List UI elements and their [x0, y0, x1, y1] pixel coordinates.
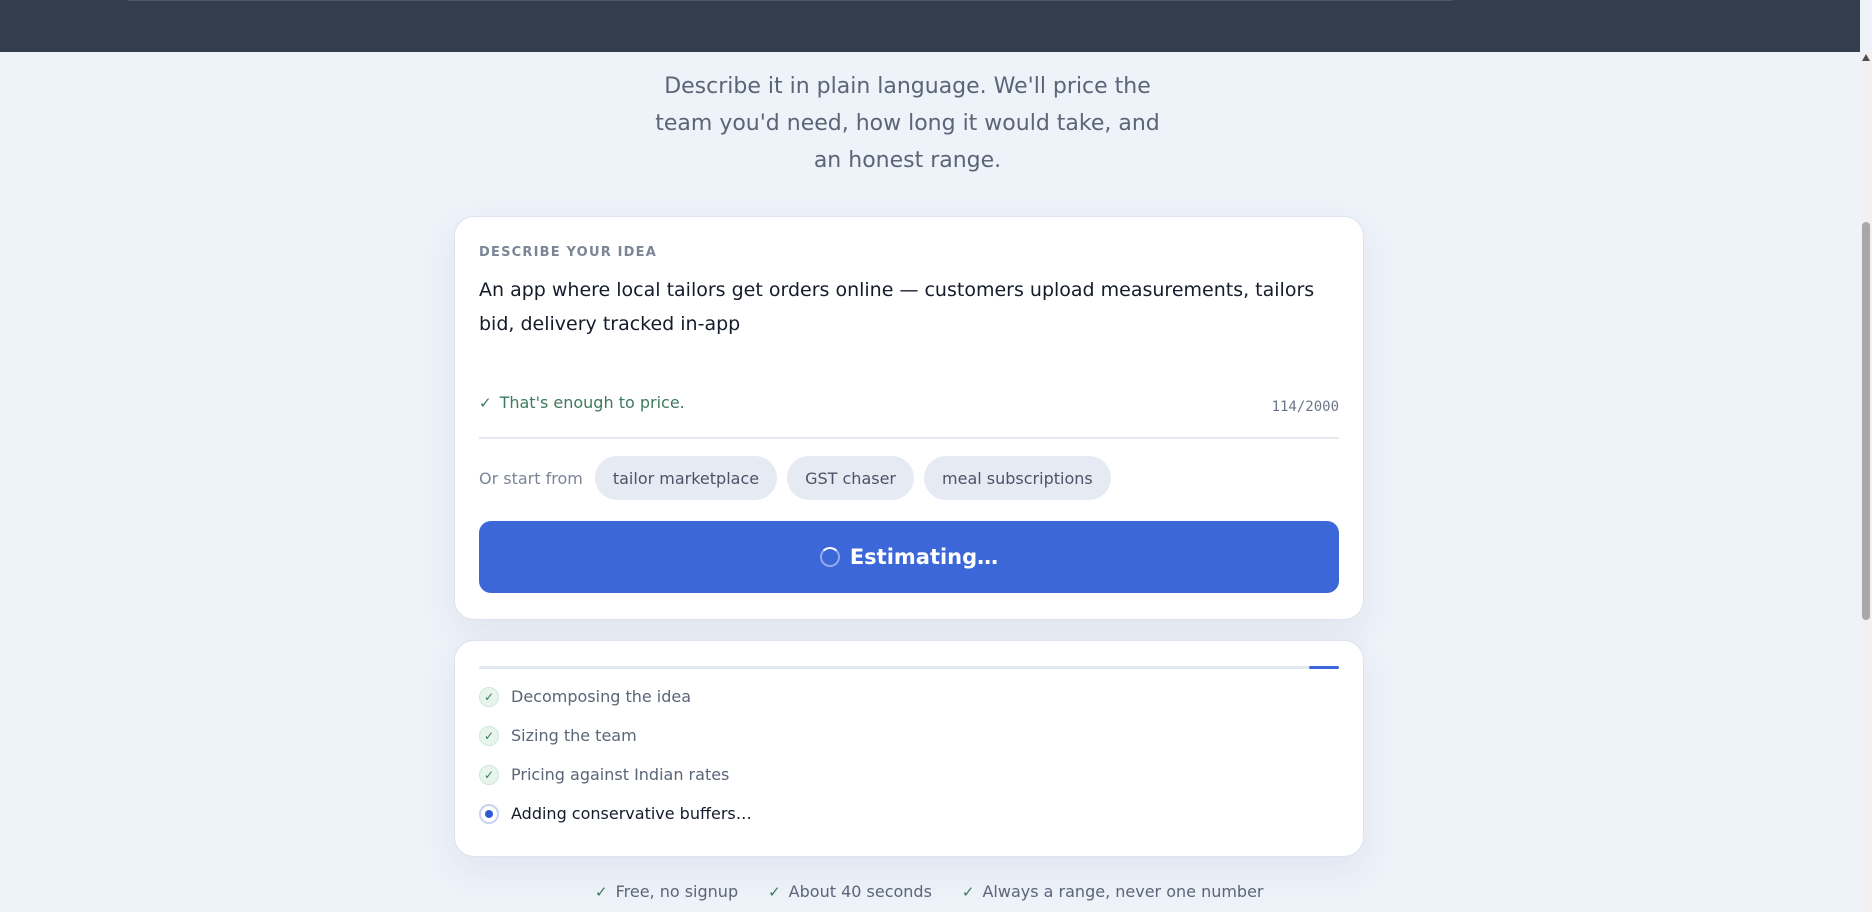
character-counter: 114/2000 — [1271, 399, 1339, 415]
check-icon: ✓ — [479, 764, 499, 785]
estimate-button[interactable]: Estimating… — [479, 521, 1339, 593]
footer-assurances: ✓ Free, no signup ✓ About 40 seconds ✓ Always… — [595, 882, 1264, 901]
chip-meal-subscriptions[interactable]: meal subscriptions — [924, 456, 1111, 500]
idea-label: DESCRIBE YOUR IDEA — [479, 245, 657, 260]
footer-assurance-label: Free, no signup — [615, 882, 739, 901]
active-dot-icon — [479, 803, 499, 824]
starter-chips-row: Or start from tailor marketplace GST cha… — [479, 456, 1111, 500]
scrollbar[interactable] — [1860, 52, 1872, 912]
spinner-icon — [819, 547, 840, 567]
footer-assurance-item: ✓ Free, no signup — [595, 882, 738, 901]
idea-textarea[interactable]: An app where local tailors get orders on… — [479, 273, 1319, 341]
estimate-button-label: Estimating… — [849, 545, 999, 569]
check-icon: ✓ — [479, 725, 499, 746]
progress-fill — [1308, 666, 1339, 669]
progress-step-label: Sizing the team — [511, 726, 637, 745]
start-from-label: Or start from — [479, 468, 583, 488]
divider — [479, 437, 1339, 439]
progress-step: ✓ Decomposing the idea — [479, 685, 752, 708]
progress-step-label: Decomposing the idea — [511, 687, 692, 706]
top-bar-divider — [128, 0, 1453, 1]
top-bar — [0, 0, 1860, 52]
check-icon: ✓ — [961, 882, 975, 901]
progress-step-label: Adding conservative buffers… — [511, 804, 752, 823]
chip-gst-chaser[interactable]: GST chaser — [787, 456, 915, 500]
idea-card: DESCRIBE YOUR IDEA An app where local ta… — [454, 216, 1364, 620]
footer-assurance-label: Always a range, never one number — [982, 882, 1264, 901]
check-icon: ✓ — [768, 882, 781, 901]
scrollbar-thumb[interactable] — [1862, 222, 1870, 620]
progress-step: ✓ Pricing against Indian rates — [479, 763, 752, 786]
progress-step: Adding conservative buffers… — [479, 802, 752, 825]
footer-assurance-item: ✓ Always a range, never one number — [962, 882, 1264, 901]
validation-text: That's enough to price. — [499, 393, 685, 412]
check-icon: ✓ — [595, 882, 608, 901]
chip-tailor-marketplace[interactable]: tailor marketplace — [594, 456, 778, 500]
progress-step-label: Pricing against Indian rates — [511, 765, 730, 784]
check-icon: ✓ — [479, 686, 499, 707]
validation-message: ✓ That's enough to price. — [479, 393, 685, 412]
scroll-up-arrow-icon[interactable] — [1862, 54, 1870, 61]
progress-steps: ✓ Decomposing the idea ✓ Sizing the team ✓ Pr… — [479, 685, 752, 825]
progress-track — [479, 666, 1339, 669]
progress-card: ✓ Decomposing the idea ✓ Sizing the team ✓ Pr… — [454, 640, 1364, 857]
check-icon: ✓ — [479, 393, 492, 412]
progress-step: ✓ Sizing the team — [479, 724, 752, 747]
footer-assurance-label: About 40 seconds — [788, 882, 932, 901]
hero-subtitle: Describe it in plain language. We'll pri… — [655, 74, 1160, 173]
footer-assurance-item: ✓ About 40 seconds — [768, 882, 932, 901]
